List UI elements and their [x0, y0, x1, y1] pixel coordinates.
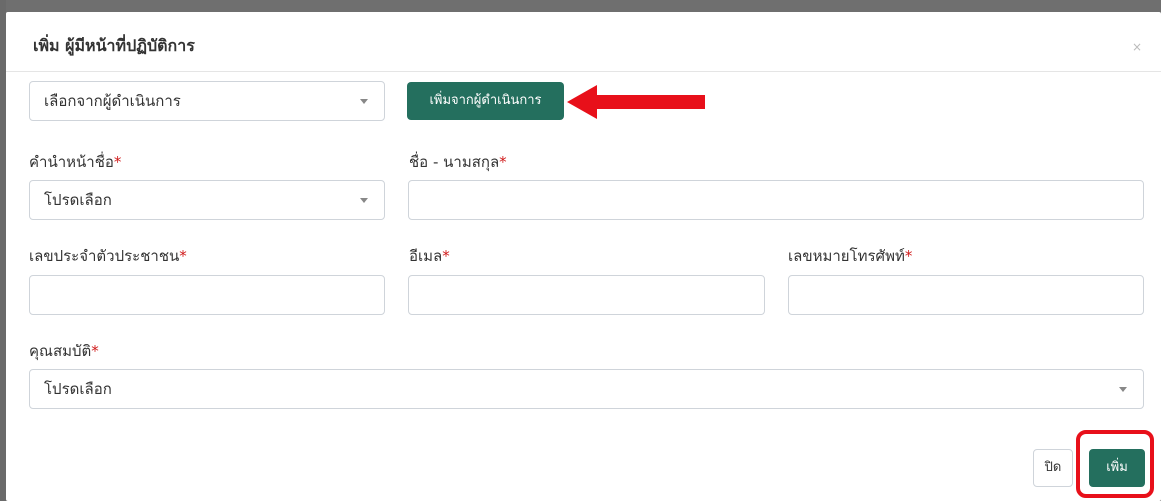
fullname-label: ชื่อ - นามสกุล* [409, 150, 507, 174]
fullname-label-text: ชื่อ - นามสกุล [409, 153, 500, 171]
prefix-label-text: คำนำหน้าชื่อ [29, 153, 114, 171]
qualification-select[interactable]: โปรดเลือก [29, 369, 1144, 409]
prefix-label: คำนำหน้าชื่อ* [29, 150, 121, 174]
annotation-arrow-icon [567, 85, 705, 119]
close-icon[interactable]: × [1132, 40, 1142, 54]
operator-select-value: เลือกจากผู้ดำเนินการ [44, 92, 181, 110]
citizen-id-input[interactable] [29, 275, 385, 315]
citizen-id-label-text: เลขประจำตัวประชาชน [29, 247, 180, 265]
required-mark: * [179, 247, 187, 265]
required-mark: * [442, 247, 450, 265]
citizen-id-label: เลขประจำตัวประชาชน* [29, 244, 187, 268]
add-from-operator-button[interactable]: เพิ่มจากผู้ดำเนินการ [407, 82, 564, 120]
phone-input[interactable] [788, 275, 1144, 315]
required-mark: * [904, 247, 913, 265]
prefix-select-value: โปรดเลือก [44, 191, 112, 209]
backdrop-top [0, 0, 1161, 12]
required-mark: * [499, 153, 507, 171]
operator-select[interactable]: เลือกจากผู้ดำเนินการ [29, 81, 385, 121]
email-label-text: อีเมล [409, 247, 443, 265]
email-label: อีเมล* [409, 244, 450, 268]
header-divider [6, 71, 1161, 72]
prefix-select[interactable]: โปรดเลือก [29, 180, 385, 220]
qualification-label: คุณสมบัติ* [29, 339, 99, 363]
chevron-down-icon [360, 198, 368, 203]
qualification-label-text: คุณสมบัติ [29, 342, 92, 360]
phone-label: เลขหมายโทรศัพท์* [788, 244, 912, 268]
required-mark: * [91, 342, 99, 360]
required-mark: * [113, 153, 122, 171]
chevron-down-icon [1119, 387, 1127, 392]
email-input[interactable] [408, 275, 765, 315]
qualification-select-value: โปรดเลือก [44, 380, 112, 398]
fullname-input[interactable] [408, 180, 1144, 220]
chevron-down-icon [360, 99, 368, 104]
close-button[interactable]: ปิด [1033, 449, 1073, 487]
annotation-highlight-box [1076, 430, 1154, 498]
phone-label-text: เลขหมายโทรศัพท์ [788, 247, 905, 265]
modal-title: เพิ่ม ผู้มีหน้าที่ปฏิบัติการ [33, 36, 195, 55]
